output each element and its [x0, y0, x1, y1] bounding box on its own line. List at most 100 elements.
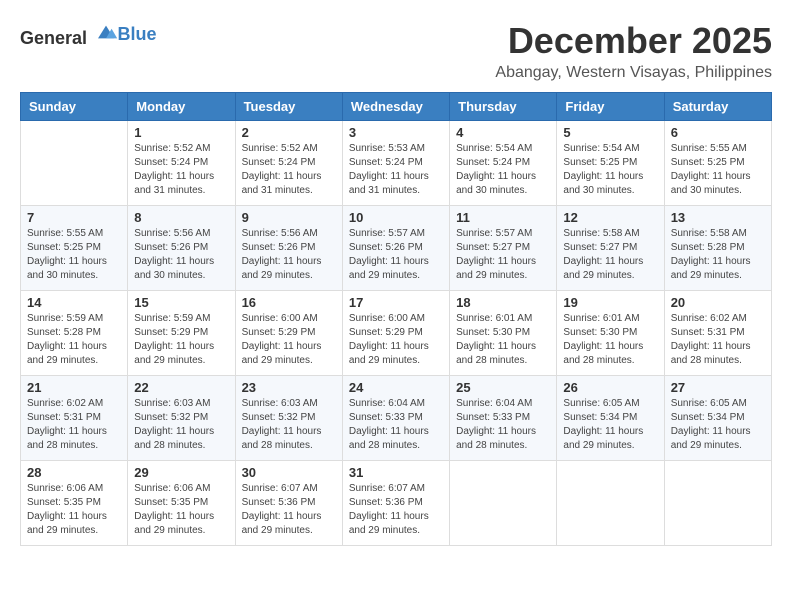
calendar-cell: 13Sunrise: 5:58 AM Sunset: 5:28 PM Dayli…: [664, 206, 771, 291]
logo-blue: Blue: [118, 24, 157, 44]
calendar-cell: 8 Sunrise: 5:56 AM Sunset: 5:26 PM Daylig…: [128, 206, 235, 291]
calendar-cell: [664, 461, 771, 546]
day-info: Sunrise: 5:54 AM Sunset: 5:25 PM Dayligh…: [563, 142, 657, 198]
calendar-cell: 15 Sunrise: 5:59 AM Sunset: 5:29 PM Dayli…: [128, 291, 235, 376]
calendar-header: SundayMondayTuesdayWednesdayThursdayFrid…: [21, 93, 772, 121]
day-info: Sunrise: 5:59 AM Sunset: 5:29 PM Dayligh…: [134, 312, 228, 368]
day-number: 19: [563, 295, 657, 310]
logo-general: General: [20, 28, 87, 48]
calendar-cell: 29 Sunrise: 6:06 AM Sunset: 5:35 PM Dayli…: [128, 461, 235, 546]
calendar-cell: 2 Sunrise: 5:52 AM Sunset: 5:24 PM Daylig…: [235, 121, 342, 206]
calendar-cell: 27Sunrise: 6:05 AM Sunset: 5:34 PM Dayli…: [664, 376, 771, 461]
calendar-cell: [450, 461, 557, 546]
day-info: Sunrise: 6:01 AM Sunset: 5:30 PM Dayligh…: [563, 312, 657, 368]
day-number: 8: [134, 210, 228, 225]
calendar-cell: 1Sunrise: 5:52 AM Sunset: 5:24 PM Daylig…: [128, 121, 235, 206]
calendar-cell: 20 Sunrise: 6:02 AM Sunset: 5:31 PM Dayli…: [664, 291, 771, 376]
calendar-cell: 12 Sunrise: 5:58 AM Sunset: 5:27 PM Dayli…: [557, 206, 664, 291]
calendar-cell: 6 Sunrise: 5:55 AM Sunset: 5:25 PM Daylig…: [664, 121, 771, 206]
day-number: 23: [242, 380, 336, 395]
day-number: 18: [456, 295, 550, 310]
weekday-header-saturday: Saturday: [664, 93, 771, 121]
logo: General Blue: [20, 20, 157, 49]
calendar-cell: 11 Sunrise: 5:57 AM Sunset: 5:27 PM Dayli…: [450, 206, 557, 291]
day-info: Sunrise: 6:02 AM Sunset: 5:31 PM Dayligh…: [27, 397, 121, 453]
calendar-cell: 22 Sunrise: 6:03 AM Sunset: 5:32 PM Dayli…: [128, 376, 235, 461]
week-row-5: 28Sunrise: 6:06 AM Sunset: 5:35 PM Dayli…: [21, 461, 772, 546]
calendar-cell: 9Sunrise: 5:56 AM Sunset: 5:26 PM Daylig…: [235, 206, 342, 291]
calendar-cell: 4 Sunrise: 5:54 AM Sunset: 5:24 PM Daylig…: [450, 121, 557, 206]
day-number: 24: [349, 380, 443, 395]
day-info: Sunrise: 5:52 AM Sunset: 5:24 PM Dayligh…: [242, 142, 336, 198]
logo-icon: [94, 20, 118, 44]
calendar-cell: 14Sunrise: 5:59 AM Sunset: 5:28 PM Dayli…: [21, 291, 128, 376]
day-info: Sunrise: 6:02 AM Sunset: 5:31 PM Dayligh…: [671, 312, 765, 368]
day-number: 11: [456, 210, 550, 225]
weekday-header-tuesday: Tuesday: [235, 93, 342, 121]
calendar-cell: 3 Sunrise: 5:53 AM Sunset: 5:24 PM Daylig…: [342, 121, 449, 206]
day-number: 6: [671, 125, 765, 140]
day-info: Sunrise: 5:54 AM Sunset: 5:24 PM Dayligh…: [456, 142, 550, 198]
day-number: 12: [563, 210, 657, 225]
day-info: Sunrise: 5:55 AM Sunset: 5:25 PM Dayligh…: [671, 142, 765, 198]
day-number: 17: [349, 295, 443, 310]
weekday-header-wednesday: Wednesday: [342, 93, 449, 121]
weekday-header-monday: Monday: [128, 93, 235, 121]
calendar-cell: [21, 121, 128, 206]
day-info: Sunrise: 5:58 AM Sunset: 5:27 PM Dayligh…: [563, 227, 657, 283]
day-info: Sunrise: 6:03 AM Sunset: 5:32 PM Dayligh…: [134, 397, 228, 453]
day-info: Sunrise: 5:56 AM Sunset: 5:26 PM Dayligh…: [134, 227, 228, 283]
day-info: Sunrise: 5:53 AM Sunset: 5:24 PM Dayligh…: [349, 142, 443, 198]
calendar-cell: 24 Sunrise: 6:04 AM Sunset: 5:33 PM Dayli…: [342, 376, 449, 461]
day-info: Sunrise: 6:00 AM Sunset: 5:29 PM Dayligh…: [349, 312, 443, 368]
weekday-header-thursday: Thursday: [450, 93, 557, 121]
day-info: Sunrise: 6:03 AM Sunset: 5:32 PM Dayligh…: [242, 397, 336, 453]
calendar-cell: 17 Sunrise: 6:00 AM Sunset: 5:29 PM Dayli…: [342, 291, 449, 376]
day-info: Sunrise: 6:01 AM Sunset: 5:30 PM Dayligh…: [456, 312, 550, 368]
day-number: 4: [456, 125, 550, 140]
calendar-cell: 31Sunrise: 6:07 AM Sunset: 5:36 PM Dayli…: [342, 461, 449, 546]
day-number: 10: [349, 210, 443, 225]
day-number: 3: [349, 125, 443, 140]
day-info: Sunrise: 5:57 AM Sunset: 5:27 PM Dayligh…: [456, 227, 550, 283]
day-info: Sunrise: 6:06 AM Sunset: 5:35 PM Dayligh…: [134, 482, 228, 538]
calendar-cell: 21Sunrise: 6:02 AM Sunset: 5:31 PM Dayli…: [21, 376, 128, 461]
day-number: 13: [671, 210, 765, 225]
week-row-3: 14Sunrise: 5:59 AM Sunset: 5:28 PM Dayli…: [21, 291, 772, 376]
day-number: 7: [27, 210, 121, 225]
calendar: SundayMondayTuesdayWednesdayThursdayFrid…: [20, 92, 772, 546]
day-number: 26: [563, 380, 657, 395]
month-title: December 2025: [495, 20, 772, 62]
day-number: 31: [349, 465, 443, 480]
day-info: Sunrise: 6:00 AM Sunset: 5:29 PM Dayligh…: [242, 312, 336, 368]
title-area: December 2025 Abangay, Western Visayas, …: [495, 20, 772, 82]
day-number: 15: [134, 295, 228, 310]
calendar-cell: 19 Sunrise: 6:01 AM Sunset: 5:30 PM Dayli…: [557, 291, 664, 376]
calendar-cell: 28Sunrise: 6:06 AM Sunset: 5:35 PM Dayli…: [21, 461, 128, 546]
day-number: 2: [242, 125, 336, 140]
weekday-header-sunday: Sunday: [21, 93, 128, 121]
day-info: Sunrise: 5:57 AM Sunset: 5:26 PM Dayligh…: [349, 227, 443, 283]
calendar-cell: 25Sunrise: 6:04 AM Sunset: 5:33 PM Dayli…: [450, 376, 557, 461]
day-info: Sunrise: 6:04 AM Sunset: 5:33 PM Dayligh…: [349, 397, 443, 453]
weekday-header-friday: Friday: [557, 93, 664, 121]
day-number: 20: [671, 295, 765, 310]
calendar-cell: [557, 461, 664, 546]
day-number: 22: [134, 380, 228, 395]
day-info: Sunrise: 6:05 AM Sunset: 5:34 PM Dayligh…: [671, 397, 765, 453]
day-info: Sunrise: 5:59 AM Sunset: 5:28 PM Dayligh…: [27, 312, 121, 368]
week-row-1: 1 Sunrise: 5:52 AM Sunset: 5:24 PM Daylig…: [21, 121, 772, 206]
calendar-cell: 7 Sunrise: 5:55 AM Sunset: 5:25 PM Daylig…: [21, 206, 128, 291]
location-subtitle: Abangay, Western Visayas, Philippines: [495, 64, 772, 82]
day-number: 1: [134, 125, 228, 140]
header: General Blue December 2025 Abangay, West…: [20, 20, 772, 82]
day-info: Sunrise: 6:05 AM Sunset: 5:34 PM Dayligh…: [563, 397, 657, 453]
day-info: Sunrise: 6:07 AM Sunset: 5:36 PM Dayligh…: [242, 482, 336, 538]
day-number: 29: [134, 465, 228, 480]
week-row-4: 21Sunrise: 6:02 AM Sunset: 5:31 PM Dayli…: [21, 376, 772, 461]
day-number: 16: [242, 295, 336, 310]
day-info: Sunrise: 5:55 AM Sunset: 5:25 PM Dayligh…: [27, 227, 121, 283]
calendar-cell: 16 Sunrise: 6:00 AM Sunset: 5:29 PM Dayli…: [235, 291, 342, 376]
week-row-2: 7 Sunrise: 5:55 AM Sunset: 5:25 PM Daylig…: [21, 206, 772, 291]
day-number: 25: [456, 380, 550, 395]
